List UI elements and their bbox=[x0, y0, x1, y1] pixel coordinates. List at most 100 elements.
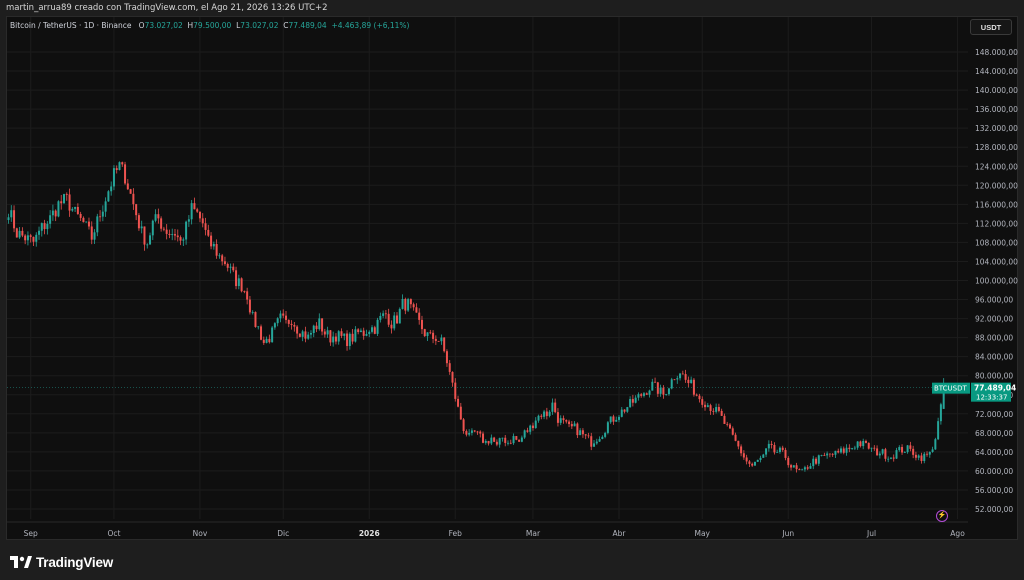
candle-body bbox=[670, 379, 673, 389]
candle-body bbox=[135, 204, 138, 216]
candle-body bbox=[520, 437, 523, 442]
candle-body bbox=[415, 307, 418, 313]
candle-body bbox=[65, 194, 68, 195]
candle-body bbox=[773, 444, 776, 453]
candle-body bbox=[848, 447, 851, 449]
candle-body bbox=[398, 308, 401, 324]
candle-body bbox=[223, 261, 226, 264]
candle-body bbox=[137, 215, 140, 229]
candle-body bbox=[290, 323, 293, 326]
y-tick-label: 68.000,00 bbox=[975, 429, 1013, 438]
candle-body bbox=[809, 466, 812, 469]
currency-button[interactable]: USDT bbox=[970, 19, 1012, 35]
open-value: 73.027,02 bbox=[144, 21, 183, 30]
candle-body bbox=[7, 217, 10, 221]
candle-body bbox=[368, 331, 371, 335]
candle-body bbox=[570, 424, 573, 427]
candle-body bbox=[271, 327, 274, 343]
candle-body bbox=[60, 201, 63, 204]
candle-body bbox=[154, 214, 157, 221]
candle-body bbox=[734, 434, 737, 441]
candle-body bbox=[704, 404, 707, 408]
candle-body bbox=[928, 451, 931, 455]
y-tick-label: 80.000,00 bbox=[975, 372, 1013, 381]
candle-body bbox=[104, 201, 107, 212]
candle-body bbox=[437, 340, 440, 342]
candle-body bbox=[737, 440, 740, 447]
candlestick-chart[interactable]: 52.000,00 56.000,00 60.000,00 64.000,00 68.0… bbox=[0, 0, 1024, 580]
candle-body bbox=[762, 454, 765, 458]
candle-body bbox=[709, 405, 712, 411]
candle-body bbox=[487, 440, 490, 444]
symbol-name[interactable]: Bitcoin / TetherUS · 1D · Binance bbox=[10, 21, 132, 30]
candle-body bbox=[54, 210, 57, 217]
candle-body bbox=[373, 327, 376, 334]
candle-body bbox=[801, 469, 804, 471]
candle-body bbox=[931, 449, 934, 452]
y-tick-label: 124.000,00 bbox=[975, 162, 1018, 171]
candle-body bbox=[634, 397, 637, 403]
x-tick-label: Oct bbox=[107, 529, 120, 538]
candle-body bbox=[287, 319, 290, 324]
candle-body bbox=[618, 416, 620, 420]
candle-body bbox=[543, 411, 546, 417]
x-tick-label: Ago bbox=[950, 529, 965, 538]
candle-body bbox=[229, 266, 232, 268]
candle-body bbox=[115, 168, 118, 171]
candle-body bbox=[465, 431, 468, 435]
candle-body bbox=[568, 421, 571, 425]
brand-name: TradingView bbox=[36, 554, 114, 570]
candle-body bbox=[581, 430, 584, 435]
candle-body bbox=[176, 235, 179, 238]
candle-body bbox=[901, 447, 904, 453]
candle-body bbox=[46, 223, 49, 230]
tradingview-logo-icon bbox=[10, 555, 32, 568]
candle-body bbox=[895, 450, 898, 459]
candle-body bbox=[834, 450, 837, 455]
candle-body bbox=[423, 329, 426, 337]
candle-body bbox=[371, 327, 374, 332]
candle-body bbox=[579, 430, 582, 436]
candle-body bbox=[606, 422, 609, 433]
candle-body bbox=[298, 333, 301, 337]
candle-body bbox=[118, 162, 121, 171]
x-tick-label: 2026 bbox=[359, 529, 380, 538]
candle-body bbox=[881, 449, 884, 454]
candle-body bbox=[629, 399, 632, 408]
candle-body bbox=[559, 418, 562, 423]
candle-body bbox=[792, 465, 795, 468]
candle-body bbox=[110, 186, 113, 192]
tradingview-brand[interactable]: TradingView bbox=[10, 553, 113, 571]
candle-body bbox=[587, 435, 590, 437]
candle-body bbox=[504, 437, 507, 443]
candle-body bbox=[262, 339, 265, 343]
x-tick-label: Jul bbox=[866, 529, 876, 538]
candle-body bbox=[393, 315, 396, 329]
candle-body bbox=[926, 453, 929, 455]
candle-body bbox=[862, 441, 865, 447]
candle-body bbox=[604, 432, 607, 437]
candle-body bbox=[723, 415, 726, 424]
candle-body bbox=[845, 447, 848, 453]
candle-body bbox=[537, 415, 540, 421]
candle-body bbox=[251, 312, 254, 313]
candle-body bbox=[637, 394, 640, 398]
high-value: 79.500,00 bbox=[193, 21, 232, 30]
candle-body bbox=[923, 453, 926, 461]
candle-body bbox=[781, 447, 784, 450]
candle-body bbox=[257, 326, 260, 328]
candle-body bbox=[96, 216, 99, 233]
candle-body bbox=[221, 255, 224, 262]
candle-body bbox=[612, 416, 615, 422]
candle-body bbox=[457, 398, 460, 407]
candle-body bbox=[74, 206, 77, 209]
candle-body bbox=[124, 164, 127, 184]
candle-body bbox=[312, 325, 315, 333]
candle-body bbox=[99, 216, 102, 218]
candle-body bbox=[820, 455, 823, 456]
candle-body bbox=[681, 373, 684, 375]
candle-body bbox=[332, 336, 335, 343]
candle-body bbox=[321, 318, 324, 332]
candle-body bbox=[432, 332, 435, 339]
lightning-icon[interactable]: ⚡ bbox=[936, 510, 948, 522]
